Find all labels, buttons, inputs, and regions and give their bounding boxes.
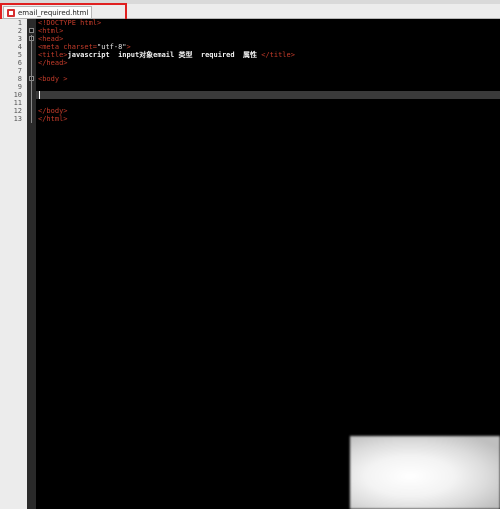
line-number: 4 <box>17 43 22 51</box>
fold-guide-line <box>31 35 32 123</box>
code-line: <title>javascript input对象email 类型 requir… <box>38 51 295 59</box>
line-number: 13 <box>13 115 22 123</box>
code-line: </body> <box>38 107 68 115</box>
line-number: 12 <box>13 107 22 115</box>
line-number: 5 <box>17 51 22 59</box>
file-tab-label: email_required.html <box>18 9 89 17</box>
code-line: <meta charset="utf-8"> <box>38 43 131 51</box>
code-line: </head> <box>38 59 68 67</box>
line-number: 9 <box>17 83 22 91</box>
code-line: <html> <box>38 27 64 35</box>
code-line: <body > <box>38 75 68 83</box>
line-number: 3 <box>17 35 22 43</box>
watermark-blur <box>350 436 500 509</box>
line-number: 1 <box>17 19 22 27</box>
line-number: 6 <box>17 59 22 67</box>
tab-bar: email_required.html <box>0 4 500 19</box>
line-number: 2 <box>17 27 22 35</box>
fold-toggle-icon[interactable] <box>29 28 34 33</box>
text-caret <box>39 91 40 99</box>
file-icon <box>7 9 15 17</box>
code-line: <head> <box>38 35 64 43</box>
line-number-gutter: 1 2 3 4 5 6 7 8 9 10 11 12 13 <box>0 19 27 509</box>
file-tab[interactable]: email_required.html <box>3 6 93 18</box>
code-line: <!DOCTYPE html> <box>38 19 102 27</box>
line-number: 11 <box>13 99 22 107</box>
line-number: 7 <box>17 67 22 75</box>
line-number: 10 <box>13 91 22 99</box>
code-line: </html> <box>38 115 68 123</box>
line-number: 8 <box>17 75 22 83</box>
